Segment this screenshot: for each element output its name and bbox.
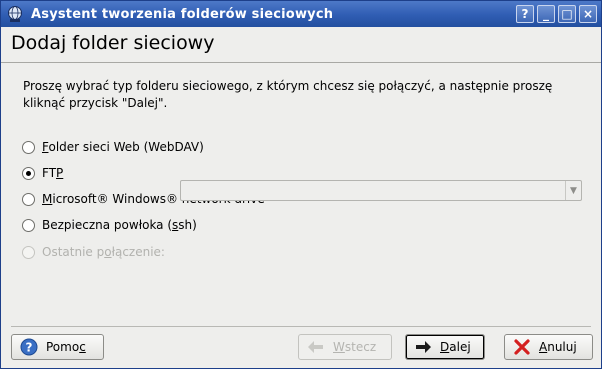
next-arrow-icon bbox=[416, 341, 431, 353]
maximize-button[interactable]: □ bbox=[558, 5, 576, 23]
option-recent-connection: Ostatnie połączenie: bbox=[22, 244, 165, 260]
back-button-label: Wstecz bbox=[333, 340, 377, 354]
option-ftp-label: FTP bbox=[42, 166, 64, 180]
minimize-button[interactable]: _ bbox=[537, 5, 555, 23]
help-button-label: Pomoc bbox=[46, 340, 86, 354]
instruction-text: Proszę wybrać typ folderu sieciowego, z … bbox=[23, 79, 553, 110]
option-ftp[interactable]: FTP bbox=[22, 165, 63, 181]
title-bar[interactable]: Asystent tworzenia folderów sieciowych ?… bbox=[1, 1, 601, 27]
help-icon: ? bbox=[20, 338, 38, 356]
footer-divider bbox=[11, 326, 591, 327]
next-button-label: Dalej bbox=[440, 340, 471, 354]
option-webdav[interactable]: Folder sieci Web (WebDAV) bbox=[22, 139, 204, 155]
window-controls: ? _ □ × bbox=[516, 5, 597, 23]
svg-text:?: ? bbox=[26, 341, 33, 355]
radio-windows-drive[interactable] bbox=[22, 192, 35, 206]
radio-recent-connection bbox=[22, 245, 35, 259]
help-button[interactable]: ? Pomoc bbox=[11, 334, 104, 360]
help-title-button[interactable]: ? bbox=[516, 5, 534, 23]
radio-webdav[interactable] bbox=[22, 140, 35, 154]
recent-connection-combo: ▼ bbox=[180, 180, 582, 201]
network-folder-icon bbox=[8, 6, 22, 22]
cancel-button-label: Anuluj bbox=[539, 340, 577, 354]
back-button[interactable]: Wstecz bbox=[298, 334, 392, 360]
radio-ssh[interactable] bbox=[22, 218, 35, 232]
option-ssh[interactable]: Bezpieczna powłoka (ssh) bbox=[22, 217, 197, 233]
cancel-x-icon bbox=[514, 339, 530, 355]
cancel-button[interactable]: Anuluj bbox=[504, 334, 593, 360]
close-button[interactable]: × bbox=[579, 5, 597, 23]
next-button[interactable]: Dalej bbox=[405, 334, 485, 360]
back-arrow-icon bbox=[308, 341, 323, 353]
chevron-down-icon: ▼ bbox=[565, 181, 581, 200]
wizard-window: Asystent tworzenia folderów sieciowych ?… bbox=[0, 0, 602, 369]
option-webdav-label: Folder sieci Web (WebDAV) bbox=[42, 140, 204, 154]
option-ssh-label: Bezpieczna powłoka (ssh) bbox=[42, 218, 197, 232]
radio-ftp[interactable] bbox=[22, 166, 35, 180]
option-recent-connection-label: Ostatnie połączenie: bbox=[42, 245, 165, 259]
page-title: Dodaj folder sieciowy bbox=[11, 32, 215, 54]
window-title: Asystent tworzenia folderów sieciowych bbox=[31, 6, 334, 22]
page-header: Dodaj folder sieciowy bbox=[1, 27, 601, 63]
